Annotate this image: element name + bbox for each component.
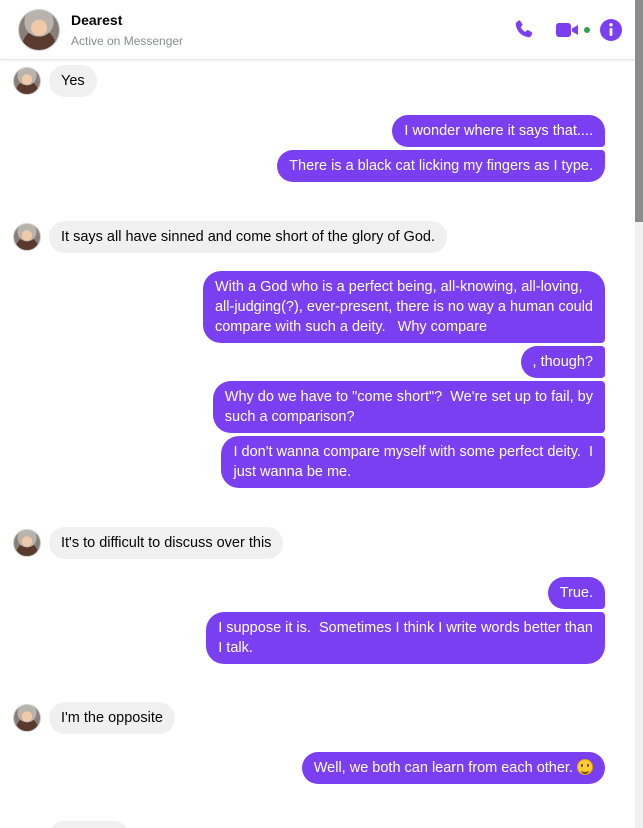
message-bubble-received[interactable]: I'm the opposite (49, 702, 175, 734)
conversation-header: Dearest Active on Messenger (0, 0, 635, 60)
message-bubble-sent[interactable]: I don't wanna compare myself with some p… (221, 436, 605, 488)
info-icon[interactable] (599, 18, 623, 42)
smiley-emoji-icon (577, 759, 593, 775)
contact-avatar-small[interactable] (13, 67, 41, 95)
message-text: Well, we both can learn from each other. (313, 760, 573, 776)
message-bubble-sent[interactable]: , though? (520, 346, 605, 378)
contact-avatar-small[interactable] (13, 704, 41, 732)
message-bubble-sent[interactable]: True. (547, 577, 605, 609)
scrollbar-thumb[interactable] (635, 0, 643, 222)
message-bubble-sent[interactable]: I suppose it is. Sometimes I think I wri… (206, 612, 605, 664)
phone-icon[interactable] (512, 18, 536, 42)
message-bubble-received[interactable]: It's to difficult to discuss over this (49, 527, 284, 559)
contact-status: Active on Messenger (71, 34, 184, 48)
message-bubble-sent[interactable]: With a God who is a perfect being, all-k… (202, 271, 605, 343)
message-bubble-sent[interactable]: Why do we have to "come short"? We're se… (212, 381, 605, 433)
contact-avatar-small[interactable] (13, 223, 41, 251)
message-bubble-received[interactable]: It says all have sinned and come short o… (49, 221, 447, 253)
message-bubble-received[interactable]: Yes (49, 65, 97, 97)
message-bubble-sent[interactable]: I wonder where it says that.... (392, 115, 605, 147)
message-bubble-received-partial[interactable] (49, 821, 129, 828)
online-status-dot (584, 27, 590, 33)
message-bubble-sent[interactable]: There is a black cat licking my fingers … (277, 150, 605, 182)
contact-name[interactable]: Dearest (71, 12, 122, 28)
message-bubble-sent[interactable]: Well, we both can learn from each other. (301, 752, 605, 784)
contact-avatar[interactable] (18, 9, 60, 51)
contact-avatar-small[interactable] (13, 529, 41, 557)
video-camera-icon[interactable] (555, 18, 581, 42)
